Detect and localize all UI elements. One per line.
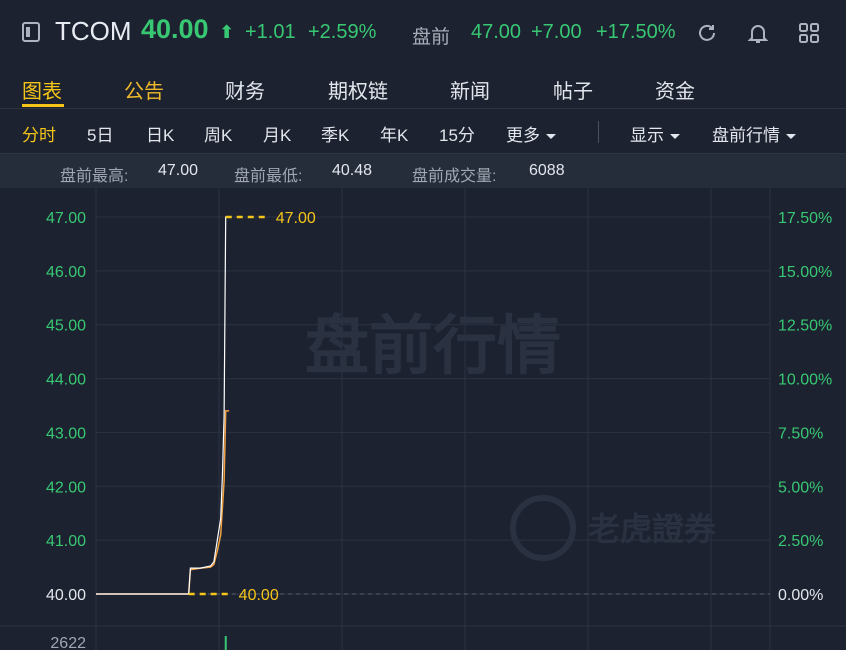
high-marker-label: 47.00 — [276, 210, 316, 227]
y-tick-label: 44.00 — [46, 372, 86, 389]
tab-chart[interactable]: 图表 — [22, 75, 62, 104]
chevron-down-icon — [786, 134, 796, 140]
y-tick-label: 43.00 — [46, 425, 86, 442]
percent-tick-label: 10.00% — [778, 372, 832, 389]
ticker-list-icon[interactable] — [22, 22, 40, 42]
refresh-icon[interactable] — [696, 22, 718, 44]
price-line — [96, 216, 230, 595]
quote-header: TCOM 40.00 ⬆ +1.01 +2.59% 盘前 47.00 +7.00… — [0, 0, 846, 64]
premarket-stats-bar: 盘前最高: 47.00 盘前最低: 40.48 盘前成交量: 6088 — [0, 154, 846, 188]
y-tick-label: 41.00 — [46, 533, 86, 550]
display-dropdown[interactable]: 显示 — [630, 121, 680, 146]
period-15min[interactable]: 15分 — [439, 121, 475, 146]
period-daily[interactable]: 日K — [146, 121, 174, 146]
grid-menu-icon[interactable] — [798, 22, 820, 44]
period-weekly[interactable]: 周K — [204, 121, 232, 146]
y-tick-label: 42.00 — [46, 479, 86, 496]
period-quarterly[interactable]: 季K — [321, 121, 349, 146]
active-tab-indicator — [22, 104, 64, 107]
percent-tick-label: 0.00% — [778, 587, 823, 604]
premarket-high-label: 盘前最高: — [60, 168, 129, 185]
brand-watermark: 老虎證券 — [588, 510, 717, 548]
brand-logo-icon — [510, 495, 576, 561]
premarket-high-value: 47.00 — [158, 162, 199, 179]
period-5day[interactable]: 5日 — [87, 121, 113, 146]
toolbar-divider — [598, 121, 599, 143]
y-tick-label: 40.00 — [46, 587, 86, 604]
period-intraday[interactable]: 分时 — [22, 121, 56, 146]
premarket-volume-label: 盘前成交量: — [412, 168, 497, 185]
y-tick-label: 46.00 — [46, 264, 86, 281]
bell-icon[interactable] — [747, 22, 769, 44]
percent-tick-label: 5.00% — [778, 479, 823, 496]
price-change: +1.01 — [245, 21, 296, 43]
percent-tick-label: 12.50% — [778, 318, 832, 335]
tab-financials[interactable]: 财务 — [225, 75, 265, 104]
y-tick-label: 45.00 — [46, 318, 86, 335]
more-periods-label: 更多 — [506, 126, 540, 145]
volume-tick-label: 2622 — [50, 635, 86, 650]
premarket-change: +7.00 — [531, 21, 582, 43]
premarket-label: 盘前 — [412, 27, 451, 48]
premarket-price: 47.00 — [471, 21, 522, 43]
up-arrow-icon: ⬆ — [219, 22, 235, 42]
y-tick-label: 47.00 — [46, 210, 86, 227]
tab-news[interactable]: 新闻 — [450, 75, 490, 104]
price-change-percent: +2.59% — [308, 21, 377, 43]
chart-watermark: 盘前行情 — [305, 310, 561, 384]
premarket-low-value: 40.48 — [332, 162, 373, 179]
premarket-quote-dropdown[interactable]: 盘前行情 — [712, 121, 796, 146]
percent-tick-label: 2.50% — [778, 533, 823, 550]
ticker-symbol: TCOM — [55, 16, 132, 46]
period-yearly[interactable]: 年K — [380, 121, 408, 146]
prev-close-marker-label: 40.00 — [239, 587, 279, 604]
last-price: 40.00 — [141, 14, 209, 44]
display-label: 显示 — [630, 126, 664, 145]
percent-tick-label: 17.50% — [778, 210, 832, 227]
premarket-low-label: 盘前最低: — [234, 168, 303, 185]
period-monthly[interactable]: 月K — [263, 121, 291, 146]
tab-options-chain[interactable]: 期权链 — [328, 75, 388, 104]
percent-tick-label: 15.00% — [778, 264, 832, 281]
percent-tick-label: 7.50% — [778, 425, 823, 442]
tab-posts[interactable]: 帖子 — [553, 75, 593, 104]
tab-announcements[interactable]: 公告 — [124, 75, 164, 104]
intraday-chart[interactable]: 盘前行情老虎證券 47.00 46.00 45.00 44.00 43.00 42.00 41… — [0, 188, 846, 650]
premarket-quote-label: 盘前行情 — [712, 126, 780, 145]
premarket-volume-value: 6088 — [529, 162, 565, 179]
chevron-down-icon — [670, 134, 680, 140]
premarket-change-percent: +17.50% — [596, 21, 676, 43]
period-bar: 分时 5日 日K 周K 月K 季K 年K 15分 更多 显示 盘前行情 — [0, 109, 846, 154]
main-tabs: 图表 公告 财务 期权链 新闻 帖子 资金 — [0, 64, 846, 109]
more-periods-dropdown[interactable]: 更多 — [506, 121, 556, 146]
chevron-down-icon — [546, 134, 556, 140]
tab-capital-flow[interactable]: 资金 — [655, 75, 695, 104]
